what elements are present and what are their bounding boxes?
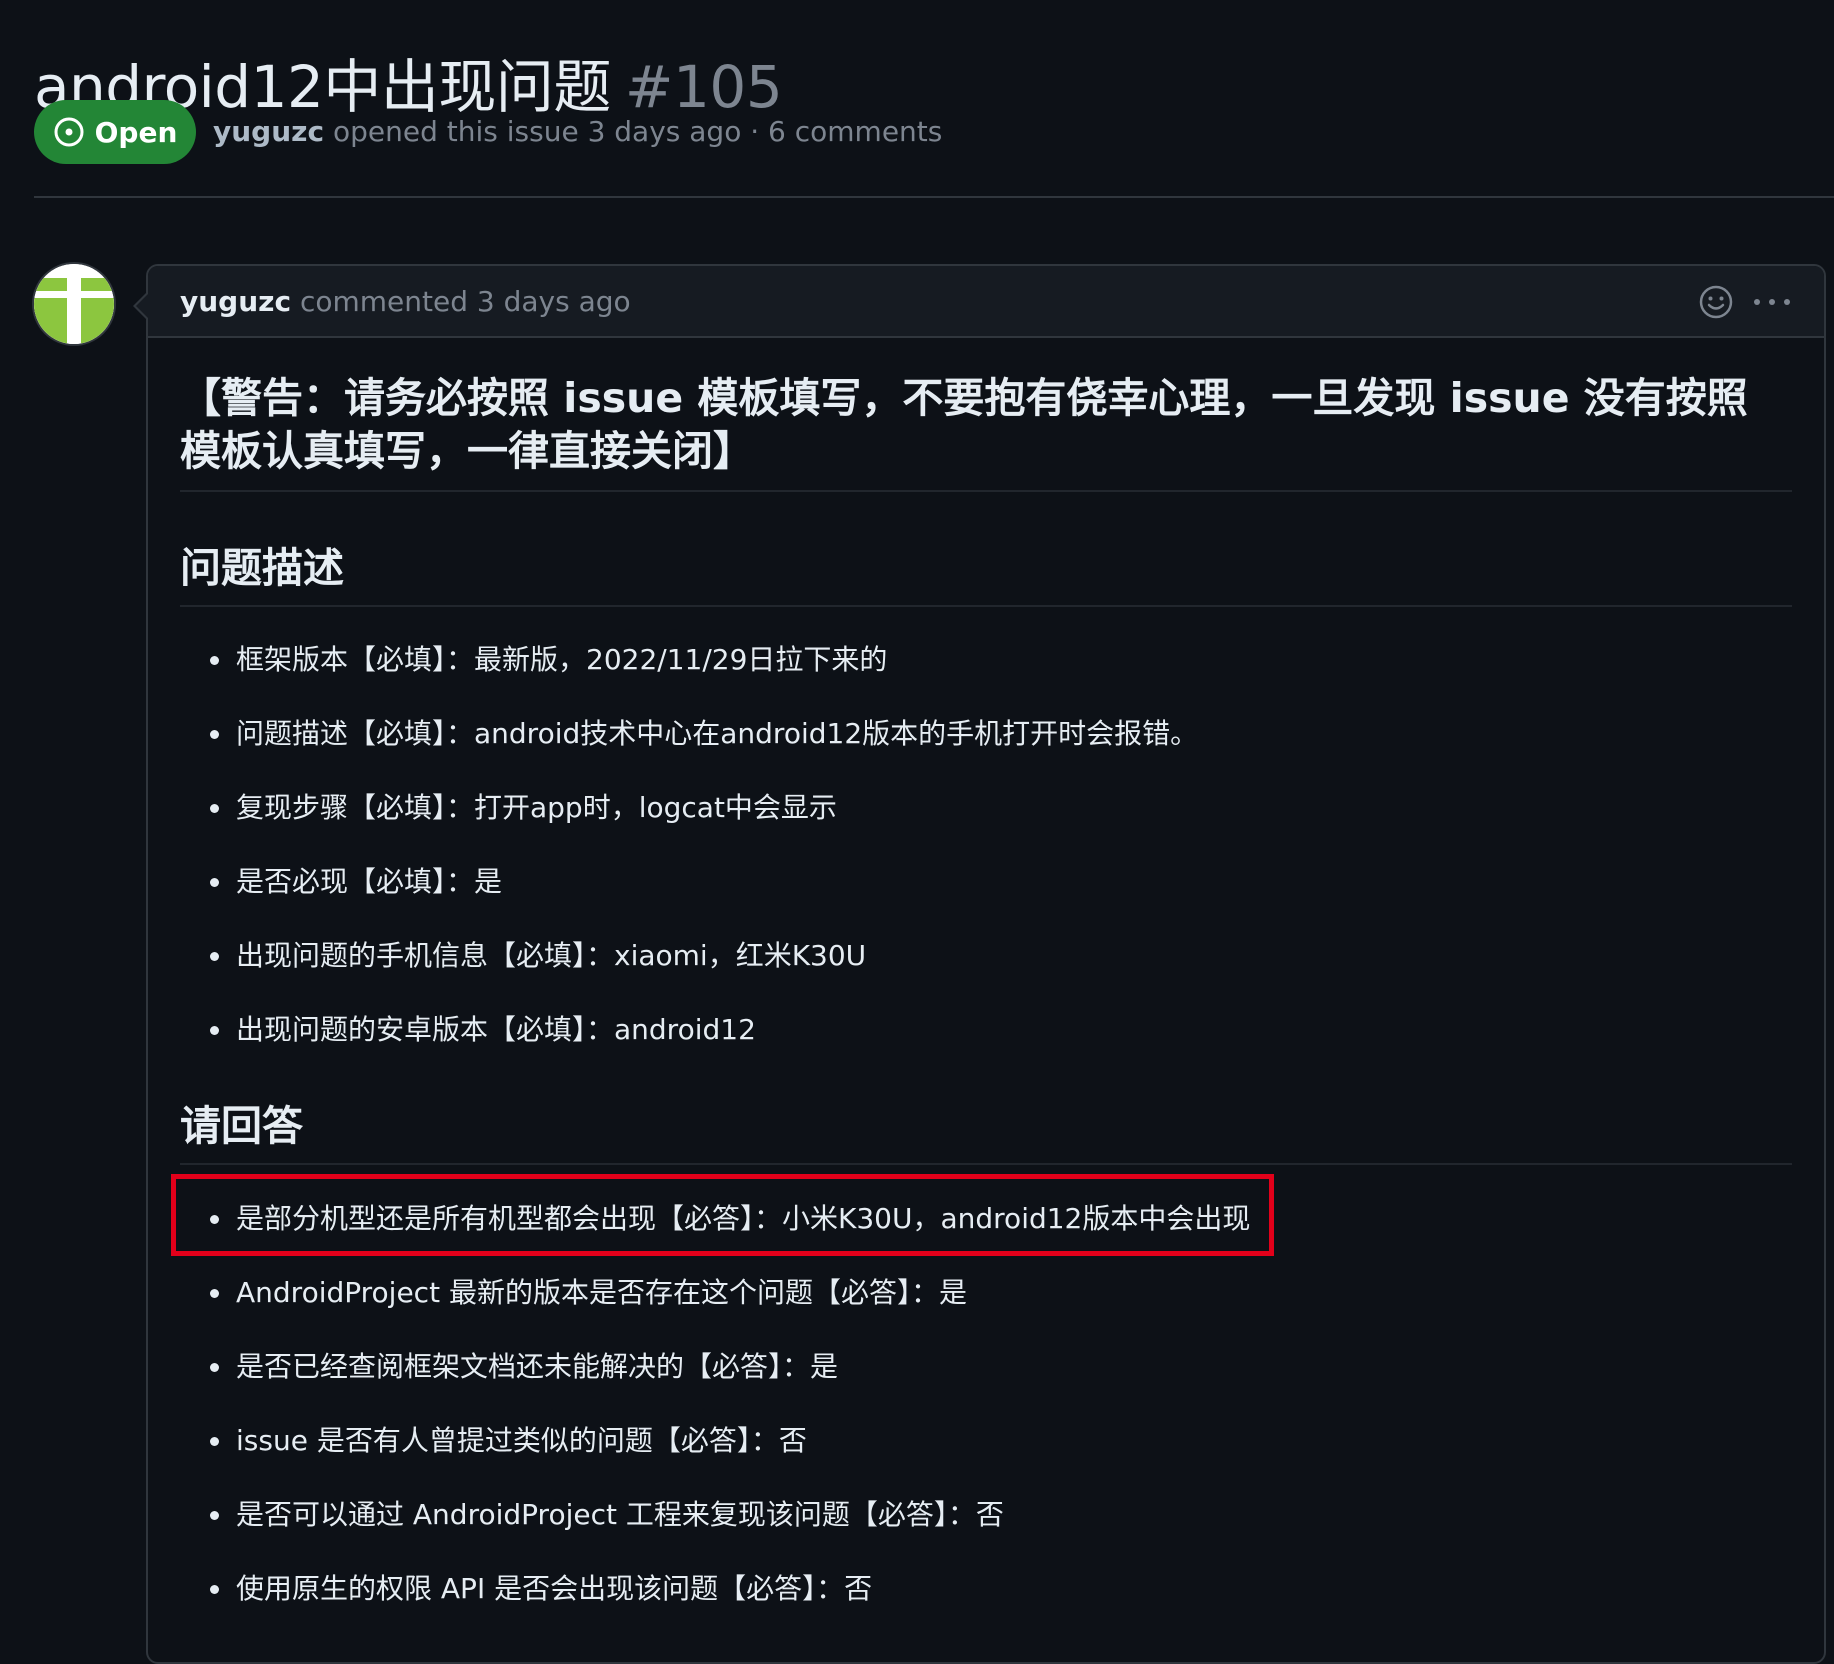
issue-state-badge: Open	[34, 100, 196, 164]
comment-header-text: yuguzc commented 3 days ago	[180, 278, 631, 326]
heading-divider	[180, 490, 1792, 492]
comment-header: yuguzc commented 3 days ago	[148, 266, 1824, 338]
list-item: 使用原生的权限 API 是否会出现该问题【必答】：否	[180, 1552, 1250, 1626]
heading-divider	[180, 605, 1792, 607]
issue-state-label: Open	[94, 115, 178, 149]
avatar-identicon	[34, 264, 114, 344]
list-item: issue 是否有人曾提过类似的问题【必答】：否	[180, 1404, 1250, 1478]
issue-meta: yuguzc opened this issue 3 days ago · 6 …	[213, 108, 942, 156]
comment-pointer-fill	[136, 294, 148, 318]
smiley-icon[interactable]	[1698, 284, 1734, 320]
warning-heading: 【警告：请务必按照 issue 模板填写，不要抱有侥幸心理，一旦发现 issue…	[180, 374, 1748, 475]
header-divider	[34, 196, 1834, 198]
list-item: 是否可以通过 AndroidProject 工程来复现该问题【必答】：否	[180, 1478, 1250, 1552]
list-item: 出现问题的手机信息【必填】：xiaomi，红米K30U	[180, 919, 1198, 993]
issue-author-link[interactable]: yuguzc	[213, 115, 324, 148]
list-item: 是否已经查阅框架文档还未能解决的【必答】：是	[180, 1330, 1250, 1404]
section-heading-problem: 问题描述	[180, 544, 344, 592]
list-item: 框架版本【必填】：最新版，2022/11/29日拉下来的	[180, 623, 1198, 697]
problem-list: 框架版本【必填】：最新版，2022/11/29日拉下来的 问题描述【必填】：an…	[180, 623, 1198, 1067]
comment-timestamp[interactable]: commented 3 days ago	[300, 285, 631, 318]
list-item: 出现问题的安卓版本【必填】：android12	[180, 993, 1198, 1067]
issue-meta-text: opened this issue 3 days ago · 6 comment…	[332, 115, 943, 148]
author-avatar[interactable]	[34, 264, 114, 344]
heading-divider	[180, 1163, 1792, 1165]
section-heading-answers: 请回答	[180, 1102, 303, 1150]
list-item: 问题描述【必填】：android技术中心在android12版本的手机打开时会报…	[180, 697, 1198, 771]
red-highlight-annotation	[171, 1174, 1274, 1256]
kebab-horizontal-icon[interactable]	[1752, 296, 1792, 308]
list-item: AndroidProject 最新的版本是否存在这个问题【必答】：是	[180, 1256, 1250, 1330]
list-item: 是否必现【必填】：是	[180, 845, 1198, 919]
issue-opened-icon	[54, 117, 84, 147]
list-item: 复现步骤【必填】：打开app时，logcat中会显示	[180, 771, 1198, 845]
comment-author-link[interactable]: yuguzc	[180, 285, 291, 318]
